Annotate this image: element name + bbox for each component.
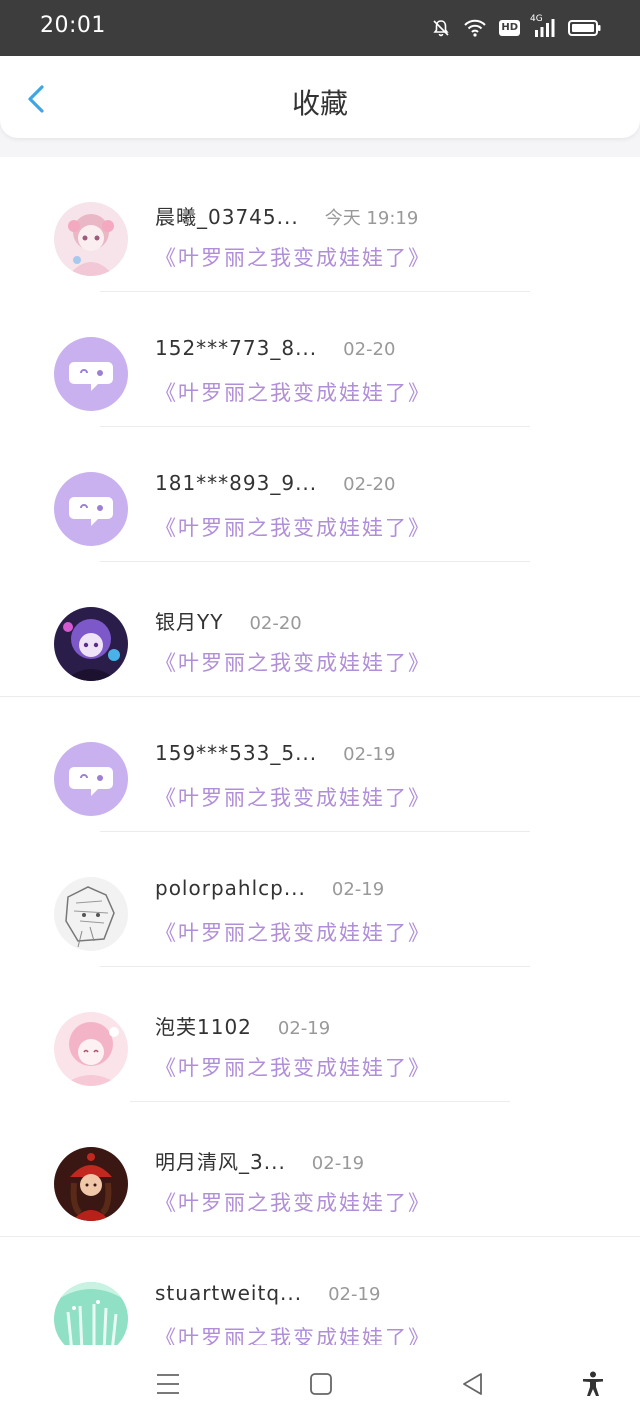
user-name: 泡芙1102 xyxy=(155,1015,252,1039)
list-item[interactable]: 泡芙1102 02-19 《叶罗丽之我变成娃娃了》 xyxy=(0,967,640,1102)
book-title[interactable]: 《叶罗丽之我变成娃娃了》 xyxy=(155,782,431,812)
book-title[interactable]: 《叶罗丽之我变成娃娃了》 xyxy=(155,1322,431,1345)
user-name: 152***773_8... xyxy=(155,336,318,360)
timestamp: 02-19 xyxy=(328,1284,381,1305)
favorites-list: 晨曦_03745... 今天 19:19 《叶罗丽之我变成娃娃了》 152***… xyxy=(0,157,640,1345)
user-name: 银月YY xyxy=(155,610,224,634)
timestamp: 02-19 xyxy=(331,879,385,900)
wifi-icon xyxy=(463,18,487,38)
home-square-icon[interactable] xyxy=(308,1371,334,1397)
user-avatar xyxy=(54,202,128,276)
book-title[interactable]: 《叶罗丽之我变成娃娃了》 xyxy=(155,647,431,677)
timestamp: 02-20 xyxy=(343,474,396,495)
list-item[interactable]: 181***893_9... 02-20 《叶罗丽之我变成娃娃了》 xyxy=(0,427,640,562)
user-avatar xyxy=(54,877,128,951)
book-title[interactable]: 《叶罗丽之我变成娃娃了》 xyxy=(155,377,431,407)
book-title[interactable]: 《叶罗丽之我变成娃娃了》 xyxy=(155,242,431,272)
book-title[interactable]: 《叶罗丽之我变成娃娃了》 xyxy=(155,1187,431,1217)
system-nav-bar xyxy=(0,1345,640,1422)
status-icons: HD 4G xyxy=(431,14,602,42)
status-time: 20:01 xyxy=(40,13,106,38)
battery-icon xyxy=(568,18,602,38)
book-title[interactable]: 《叶罗丽之我变成娃娃了》 xyxy=(155,1052,431,1082)
signal-icon: 4G xyxy=(530,14,556,38)
list-item[interactable]: 明月清风_3... 02-19 《叶罗丽之我变成娃娃了》 xyxy=(0,1102,640,1237)
book-title[interactable]: 《叶罗丽之我变成娃娃了》 xyxy=(155,512,431,542)
default-chat-avatar xyxy=(54,742,128,816)
list-item[interactable]: 晨曦_03745... 今天 19:19 《叶罗丽之我变成娃娃了》 xyxy=(0,157,640,292)
status-bar: 20:01 HD 4G xyxy=(0,0,640,56)
timestamp: 今天 19:19 xyxy=(324,208,419,229)
default-chat-avatar xyxy=(54,472,128,546)
user-name: 159***533_5... xyxy=(155,741,318,765)
list-item[interactable]: 159***533_5... 02-19 《叶罗丽之我变成娃娃了》 xyxy=(0,697,640,832)
user-avatar xyxy=(54,607,128,681)
default-chat-avatar xyxy=(54,337,128,411)
timestamp: 02-19 xyxy=(277,1018,331,1039)
list-item[interactable]: polorpahlcp... 02-19 《叶罗丽之我变成娃娃了》 xyxy=(0,832,640,967)
app-header: 收藏 xyxy=(0,56,640,138)
menu-icon[interactable] xyxy=(155,1371,181,1397)
accessibility-icon[interactable] xyxy=(580,1371,606,1397)
timestamp: 02-19 xyxy=(343,744,396,765)
user-avatar xyxy=(54,1147,128,1221)
user-name: stuartweitq... xyxy=(155,1281,303,1305)
user-avatar xyxy=(54,1282,128,1345)
list-item[interactable]: 152***773_8... 02-20 《叶罗丽之我变成娃娃了》 xyxy=(0,292,640,427)
user-name: 明月清风_3... xyxy=(155,1150,286,1174)
user-name: 181***893_9... xyxy=(155,471,318,495)
hd-badge: HD xyxy=(499,20,520,36)
timestamp: 02-20 xyxy=(343,339,396,360)
page-title: 收藏 xyxy=(291,87,348,120)
mute-bell-icon xyxy=(431,18,451,38)
back-triangle-icon[interactable] xyxy=(460,1371,486,1397)
timestamp: 02-20 xyxy=(249,613,302,634)
user-name: polorpahlcp... xyxy=(155,876,306,900)
timestamp: 02-19 xyxy=(311,1153,365,1174)
list-item[interactable]: 银月YY 02-20 《叶罗丽之我变成娃娃了》 xyxy=(0,562,640,697)
list-item[interactable]: stuartweitq... 02-19 《叶罗丽之我变成娃娃了》 xyxy=(0,1237,640,1345)
book-title[interactable]: 《叶罗丽之我变成娃娃了》 xyxy=(155,917,431,947)
user-name: 晨曦_03745... xyxy=(155,205,299,229)
user-avatar xyxy=(54,1012,128,1086)
network-type-label: 4G xyxy=(530,14,543,24)
